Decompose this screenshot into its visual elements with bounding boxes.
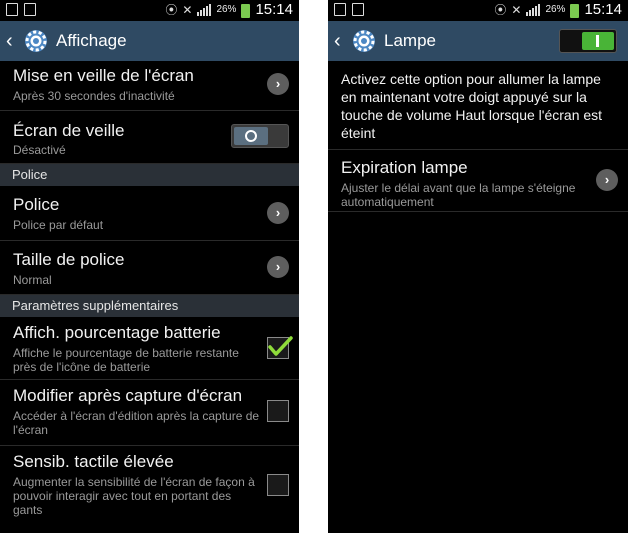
- chevron-right-icon: ›: [267, 256, 289, 278]
- item-subtitle: Affiche le pourcentage de batterie resta…: [13, 346, 239, 374]
- mute-icon: ✕: [182, 3, 193, 17]
- item-subtitle: Police par défaut: [13, 218, 104, 232]
- vibrate-icon: ⦿: [165, 3, 178, 17]
- item-title: Écran de veille: [13, 121, 125, 140]
- sim-card-icon: [24, 3, 36, 16]
- item-title: Mise en veille de l'écran: [13, 66, 194, 85]
- daydream-toggle[interactable]: [231, 124, 289, 148]
- chevron-right-icon: ›: [267, 202, 289, 224]
- item-subtitle: Désactivé: [13, 143, 66, 157]
- gear-icon[interactable]: [22, 27, 50, 55]
- item-subtitle: Normal: [13, 273, 52, 287]
- list-item-edit-after-screenshot[interactable]: Modifier après capture d'écran Accéder à…: [0, 380, 299, 446]
- edit-after-screenshot-checkbox[interactable]: [267, 400, 289, 422]
- list-item-battery-percentage[interactable]: Affich. pourcentage batterie Affiche le …: [0, 317, 299, 380]
- section-header-police: Police: [0, 164, 299, 186]
- check-icon: [268, 336, 293, 356]
- battery-percent: 26%: [216, 4, 237, 15]
- signal-icon: [197, 4, 212, 16]
- page-title: Lampe: [384, 31, 436, 50]
- chevron-right-icon: ›: [267, 73, 289, 95]
- item-title: Police: [13, 195, 60, 214]
- item-subtitle: Ajuster le délai avant que la lampe s'ét…: [341, 181, 576, 209]
- signal-icon: [526, 4, 541, 16]
- clock: 15:14: [255, 1, 293, 18]
- vibrate-icon: ⦿: [494, 3, 507, 17]
- item-title: Sensib. tactile élevée: [13, 452, 174, 471]
- item-title: Expiration lampe: [341, 158, 468, 177]
- item-subtitle: Accéder à l'écran d'édition après la cap…: [13, 409, 260, 437]
- status-bar: ⦿ ✕ 26% 15:14: [328, 0, 628, 21]
- list-item-font[interactable]: Police Police par défaut ›: [0, 186, 299, 241]
- status-bar: ⦿ ✕ 26% 15:14: [0, 0, 299, 21]
- right-screen: ⦿ ✕ 26% 15:14 ‹ Lampe Activez cette opti…: [328, 0, 628, 533]
- battery-percent: 26%: [545, 4, 566, 15]
- list-item-daydream[interactable]: Écran de veille Désactivé: [0, 111, 299, 164]
- action-bar: ‹ Affichage: [0, 21, 299, 61]
- back-arrow-icon[interactable]: ‹: [6, 21, 18, 61]
- list-item-touch-sensitivity[interactable]: Sensib. tactile élevée Augmenter la sens…: [0, 446, 299, 533]
- action-bar: ‹ Lampe: [328, 21, 628, 61]
- battery-charging-icon: [570, 4, 580, 18]
- list-item-flashlight-timeout[interactable]: Expiration lampe Ajuster le délai avant …: [328, 150, 628, 212]
- item-title: Modifier après capture d'écran: [13, 386, 243, 405]
- back-arrow-icon[interactable]: ‹: [334, 21, 346, 61]
- chevron-right-icon: ›: [596, 169, 618, 191]
- touch-sensitivity-checkbox[interactable]: [267, 474, 289, 496]
- clock: 15:14: [584, 1, 622, 18]
- picture-icon: [334, 3, 346, 16]
- left-screen: ⦿ ✕ 26% 15:14 ‹ Affichage Mise en veille…: [0, 0, 299, 533]
- item-subtitle: Augmenter la sensibilité de l'écran de f…: [13, 475, 255, 517]
- flashlight-description: Activez cette option pour allumer la lam…: [328, 61, 628, 150]
- picture-icon: [6, 3, 18, 16]
- battery-percentage-checkbox[interactable]: [267, 336, 293, 359]
- item-title: Taille de police: [13, 250, 125, 269]
- item-subtitle: Après 30 secondes d'inactivité: [13, 89, 175, 103]
- mute-icon: ✕: [511, 3, 522, 17]
- sim-card-icon: [352, 3, 364, 16]
- battery-charging-icon: [241, 4, 251, 18]
- gear-icon[interactable]: [350, 27, 378, 55]
- list-item-screen-timeout[interactable]: Mise en veille de l'écran Après 30 secon…: [0, 61, 299, 111]
- list-item-font-size[interactable]: Taille de police Normal ›: [0, 241, 299, 295]
- page-title: Affichage: [56, 31, 127, 50]
- flashlight-master-toggle[interactable]: [559, 29, 617, 53]
- item-title: Affich. pourcentage batterie: [13, 323, 221, 342]
- section-header-extra-settings: Paramètres supplémentaires: [0, 295, 299, 317]
